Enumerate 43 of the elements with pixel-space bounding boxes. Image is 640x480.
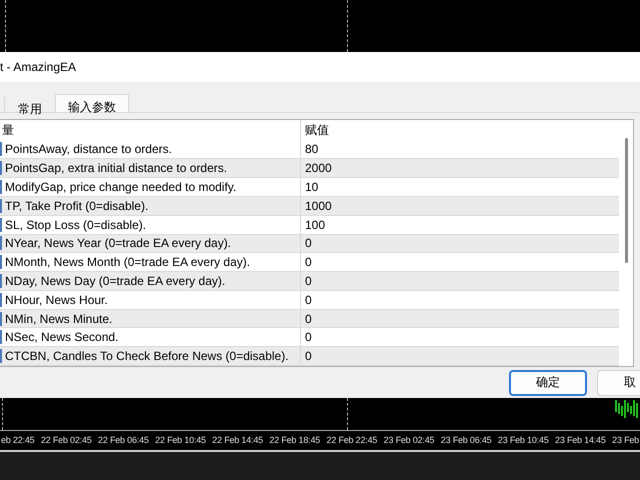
axis-label: eb 22:45: [1, 435, 34, 445]
axis-label: 22 Feb 02:45: [40, 435, 92, 445]
axis-label: 23 Feb: [612, 435, 639, 445]
table-cell[interactable]: 100: [301, 218, 326, 232]
table-cell[interactable]: 0: [301, 312, 312, 326]
table-cell[interactable]: 0: [301, 330, 312, 344]
axis-label: 22 Feb 14:45: [212, 435, 263, 445]
axis-label: 23 Feb 10:45: [498, 435, 549, 445]
table-cell[interactable]: NMonth, News Month (0=trade EA every day).: [5, 255, 250, 270]
axis-label: 22 Feb 18:45: [269, 435, 320, 445]
table-cell[interactable]: 0: [301, 349, 312, 364]
table-cell[interactable]: PointsGap, extra initial distance to orders.: [5, 161, 228, 176]
table-cell[interactable]: NMin, News Minute.: [5, 312, 112, 326]
tab[interactable]: 常用: [5, 96, 55, 112]
window-title: t - AmazingEA: [0, 60, 76, 74]
table-cell[interactable]: 0: [301, 236, 312, 250]
tab[interactable]: 输入参数: [55, 94, 129, 112]
table-cell[interactable]: 2000: [301, 161, 332, 176]
table-cell[interactable]: SL, Stop Loss (0=disable).: [5, 218, 146, 232]
table-cell[interactable]: PointsAway, distance to orders.: [5, 142, 172, 156]
ok-button[interactable]: 确定: [509, 370, 587, 396]
axis-label: 22 Feb 06:45: [98, 435, 149, 445]
axis-label: 22 Feb 22:45: [326, 435, 378, 445]
axis-label: 23 Feb 14:45: [555, 435, 606, 445]
table-cell[interactable]: NDay, News Day (0=trade EA every day).: [5, 274, 226, 288]
table-cell[interactable]: 1000: [301, 198, 332, 213]
column-header[interactable]: 量: [0, 122, 14, 139]
table-cell[interactable]: NHour, News Hour.: [5, 292, 108, 307]
table-cell[interactable]: NSec, News Second.: [5, 330, 118, 344]
table-cell[interactable]: NYear, News Year (0=trade EA every day).: [5, 236, 232, 250]
axis-label: 23 Feb 06:45: [440, 435, 492, 445]
axis-label: 22 Feb 10:45: [155, 435, 206, 445]
table-cell[interactable]: 0: [301, 292, 312, 307]
column-header[interactable]: 赋值: [301, 122, 329, 139]
table-cell[interactable]: 0: [301, 255, 312, 270]
table-cell[interactable]: 0: [301, 274, 312, 288]
table-cell[interactable]: TP, Take Profit (0=disable).: [5, 198, 148, 213]
table-cell[interactable]: CTCBN, Candles To Check Before News (0=disable).: [5, 349, 289, 364]
cancel-button[interactable]: 取: [597, 370, 640, 396]
table-cell[interactable]: ModifyGap, price change needed to modify.: [5, 180, 236, 194]
table-cell[interactable]: 10: [301, 180, 318, 194]
axis-label: 23 Feb 02:45: [384, 435, 434, 445]
table-cell[interactable]: 80: [301, 142, 318, 156]
